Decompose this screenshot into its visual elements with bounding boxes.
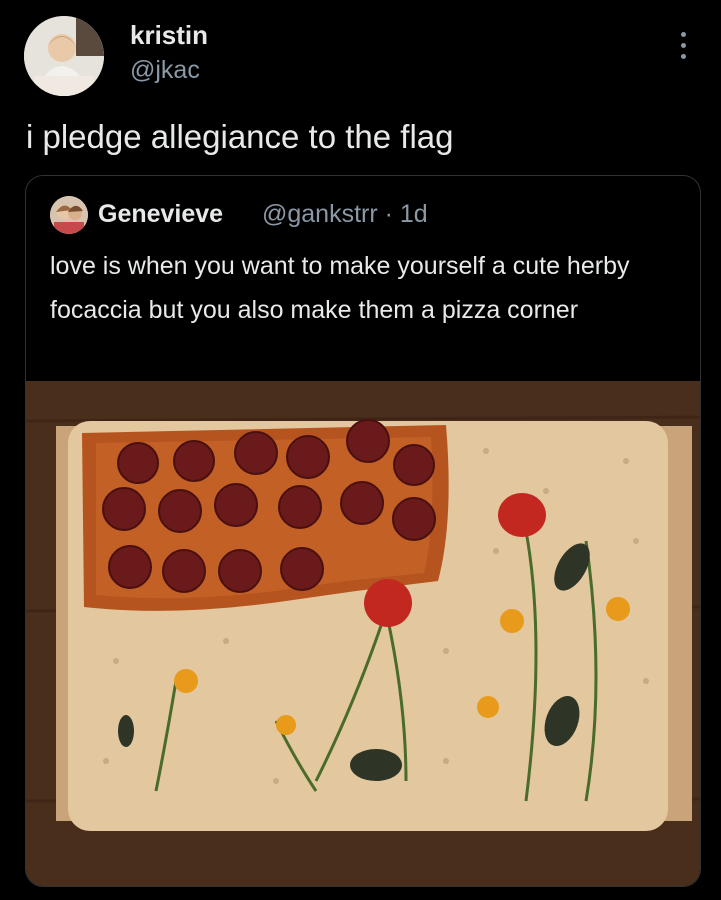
more-options-icon[interactable] <box>676 32 690 64</box>
focaccia-image-icon <box>26 381 700 886</box>
quoted-text: love is when you want to make yourself a… <box>50 252 630 324</box>
profile-photo-icon <box>24 16 104 96</box>
author-display-name[interactable]: kristin <box>130 20 208 51</box>
quoted-avatar[interactable] <box>50 196 88 234</box>
author-handle[interactable]: @jkac <box>130 56 200 85</box>
quoted-profile-photo-icon <box>50 196 88 234</box>
quoted-handle-time[interactable]: @gankstrr · 1d <box>262 200 428 229</box>
avatar[interactable] <box>24 16 104 96</box>
post-text: i pledge allegiance to the flag <box>26 118 454 155</box>
focaccia-photo[interactable] <box>26 381 700 886</box>
quoted-post[interactable]: Genevieve @gankstrr · 1d love is when yo… <box>25 175 701 887</box>
quoted-display-name[interactable]: Genevieve <box>98 200 223 229</box>
